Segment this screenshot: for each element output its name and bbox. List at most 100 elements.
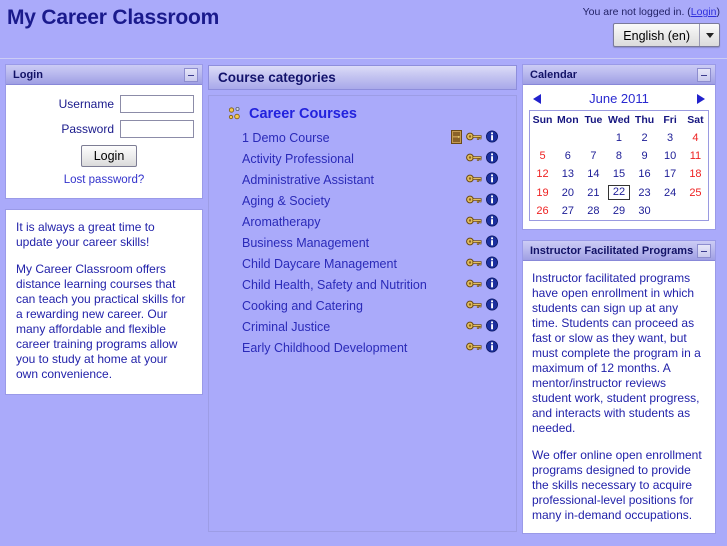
key-icon[interactable] [466,340,482,356]
key-icon[interactable] [466,256,482,272]
info-icon[interactable] [486,193,498,209]
key-icon[interactable] [466,214,482,230]
calendar-next-month-icon[interactable] [696,93,705,104]
key-icon[interactable] [466,277,482,293]
course-link[interactable]: Early Childhood Development [242,338,437,358]
course-icon-group [436,298,498,314]
calendar-day-19[interactable]: 19 [530,183,556,202]
calendar-day-23[interactable]: 23 [632,183,658,202]
calendar-day-3[interactable]: 3 [657,129,683,147]
login-block-header: Login [6,65,202,85]
calendar-weekday-mon: Mon [557,114,579,126]
key-icon[interactable] [466,172,482,188]
course-row: Early Childhood Development [209,338,516,358]
key-icon[interactable] [466,130,482,146]
course-link[interactable]: Business Management [242,233,437,253]
calendar-day-9[interactable]: 9 [632,147,658,165]
calendar-day-29[interactable]: 29 [606,202,632,221]
minimize-icon[interactable] [697,68,711,82]
login-button-row: Login [24,145,194,167]
door-icon[interactable] [451,130,462,147]
calendar-day-10[interactable]: 10 [657,147,683,165]
course-categories-heading: Course categories [208,65,517,90]
calendar-day-18[interactable]: 18 [683,165,709,183]
left-block-column: Login Username Password Login Lost passw… [0,59,203,405]
header-login-link[interactable]: Login [691,6,717,18]
calendar-day-17[interactable]: 17 [657,165,683,183]
course-link[interactable]: Aromatherapy [242,212,437,232]
lost-password-link[interactable]: Lost password? [64,174,145,186]
key-icon[interactable] [466,151,482,167]
course-link[interactable]: Aging & Society [242,191,437,211]
course-link[interactable]: Child Daycare Management [242,254,437,274]
calendar-day-30[interactable]: 30 [632,202,658,221]
calendar-block-content: June 2011 Sun Mon Tue Wed Thu Fri Sat 12345678… [523,85,715,229]
info-icon[interactable] [486,130,498,146]
key-icon[interactable] [466,298,482,314]
calendar-navigation: June 2011 [529,89,709,110]
calendar-day-1[interactable]: 1 [606,129,632,147]
calendar-day-21[interactable]: 21 [581,183,607,202]
course-icon-group [436,151,498,167]
login-submit-button[interactable]: Login [80,145,138,167]
calendar-day-empty [657,202,683,221]
calendar-day-26[interactable]: 26 [530,202,556,221]
key-icon[interactable] [466,193,482,209]
calendar-day-25[interactable]: 25 [683,183,709,202]
calendar-day-15[interactable]: 15 [606,165,632,183]
course-link[interactable]: Administrative Assistant [242,170,437,190]
course-row: Administrative Assistant [209,170,516,190]
calendar-day-5[interactable]: 5 [530,147,556,165]
calendar-day-2[interactable]: 2 [632,129,658,147]
info-icon[interactable] [486,340,498,356]
calendar-weekday-header-row: Sun Mon Tue Wed Thu Fri Sat [530,111,709,130]
minimize-icon[interactable] [697,244,711,258]
course-icon-group [436,172,498,188]
key-icon[interactable] [466,235,482,251]
info-icon[interactable] [486,172,498,188]
category-link[interactable]: Career Courses [249,106,357,122]
calendar-day-24[interactable]: 24 [657,183,683,202]
calendar-table: Sun Mon Tue Wed Thu Fri Sat 1 2 3 4 5 6 7 8 9 10 11 12 13 1… [529,110,709,221]
key-icon[interactable] [466,319,482,335]
calendar-day-28[interactable]: 28 [581,202,607,221]
course-row: Child Daycare Management [209,254,516,274]
calendar-day-13[interactable]: 13 [555,165,581,183]
calendar-day-12[interactable]: 12 [530,165,556,183]
info-icon[interactable] [486,298,498,314]
minimize-icon[interactable] [184,68,198,82]
info-icon[interactable] [486,235,498,251]
course-link[interactable]: Child Health, Safety and Nutrition [242,275,437,295]
info-icon[interactable] [486,151,498,167]
calendar-prev-month-icon[interactable] [533,93,541,104]
calendar-day-20[interactable]: 20 [555,183,581,202]
username-input[interactable] [120,95,194,113]
calendar-week-row: 5 6 7 8 9 10 11 [530,147,709,165]
calendar-day-27[interactable]: 27 [555,202,581,221]
calendar-day-8[interactable]: 8 [606,147,632,165]
language-selector[interactable]: English (en) [613,23,720,47]
course-row: Aging & Society [209,191,516,211]
promo-paragraph-2: My Career Classroom offers distance lear… [16,262,186,381]
category-row-career-courses[interactable]: Career Courses [209,106,516,122]
login-block-title: Login [13,68,43,81]
login-status: You are not logged in. (Login) [583,6,720,18]
calendar-day-4[interactable]: 4 [683,129,709,147]
promo-paragraph-1: It is always a great time to update your… [16,220,155,249]
info-icon[interactable] [486,277,498,293]
course-link[interactable]: Cooking and Catering [242,296,437,316]
password-input[interactable] [120,120,194,138]
info-icon[interactable] [486,256,498,272]
course-link[interactable]: Activity Professional [242,149,437,169]
calendar-day-14[interactable]: 14 [581,165,607,183]
info-icon[interactable] [486,214,498,230]
password-row: Password [14,120,194,138]
course-link[interactable]: Criminal Justice [242,317,437,337]
calendar-day-16[interactable]: 16 [632,165,658,183]
calendar-day-11[interactable]: 11 [683,147,709,165]
calendar-day-7[interactable]: 7 [581,147,607,165]
info-icon[interactable] [486,319,498,335]
course-link[interactable]: 1 Demo Course [242,128,437,148]
calendar-day-6[interactable]: 6 [555,147,581,165]
calendar-day-22[interactable]: 22 [606,183,632,202]
